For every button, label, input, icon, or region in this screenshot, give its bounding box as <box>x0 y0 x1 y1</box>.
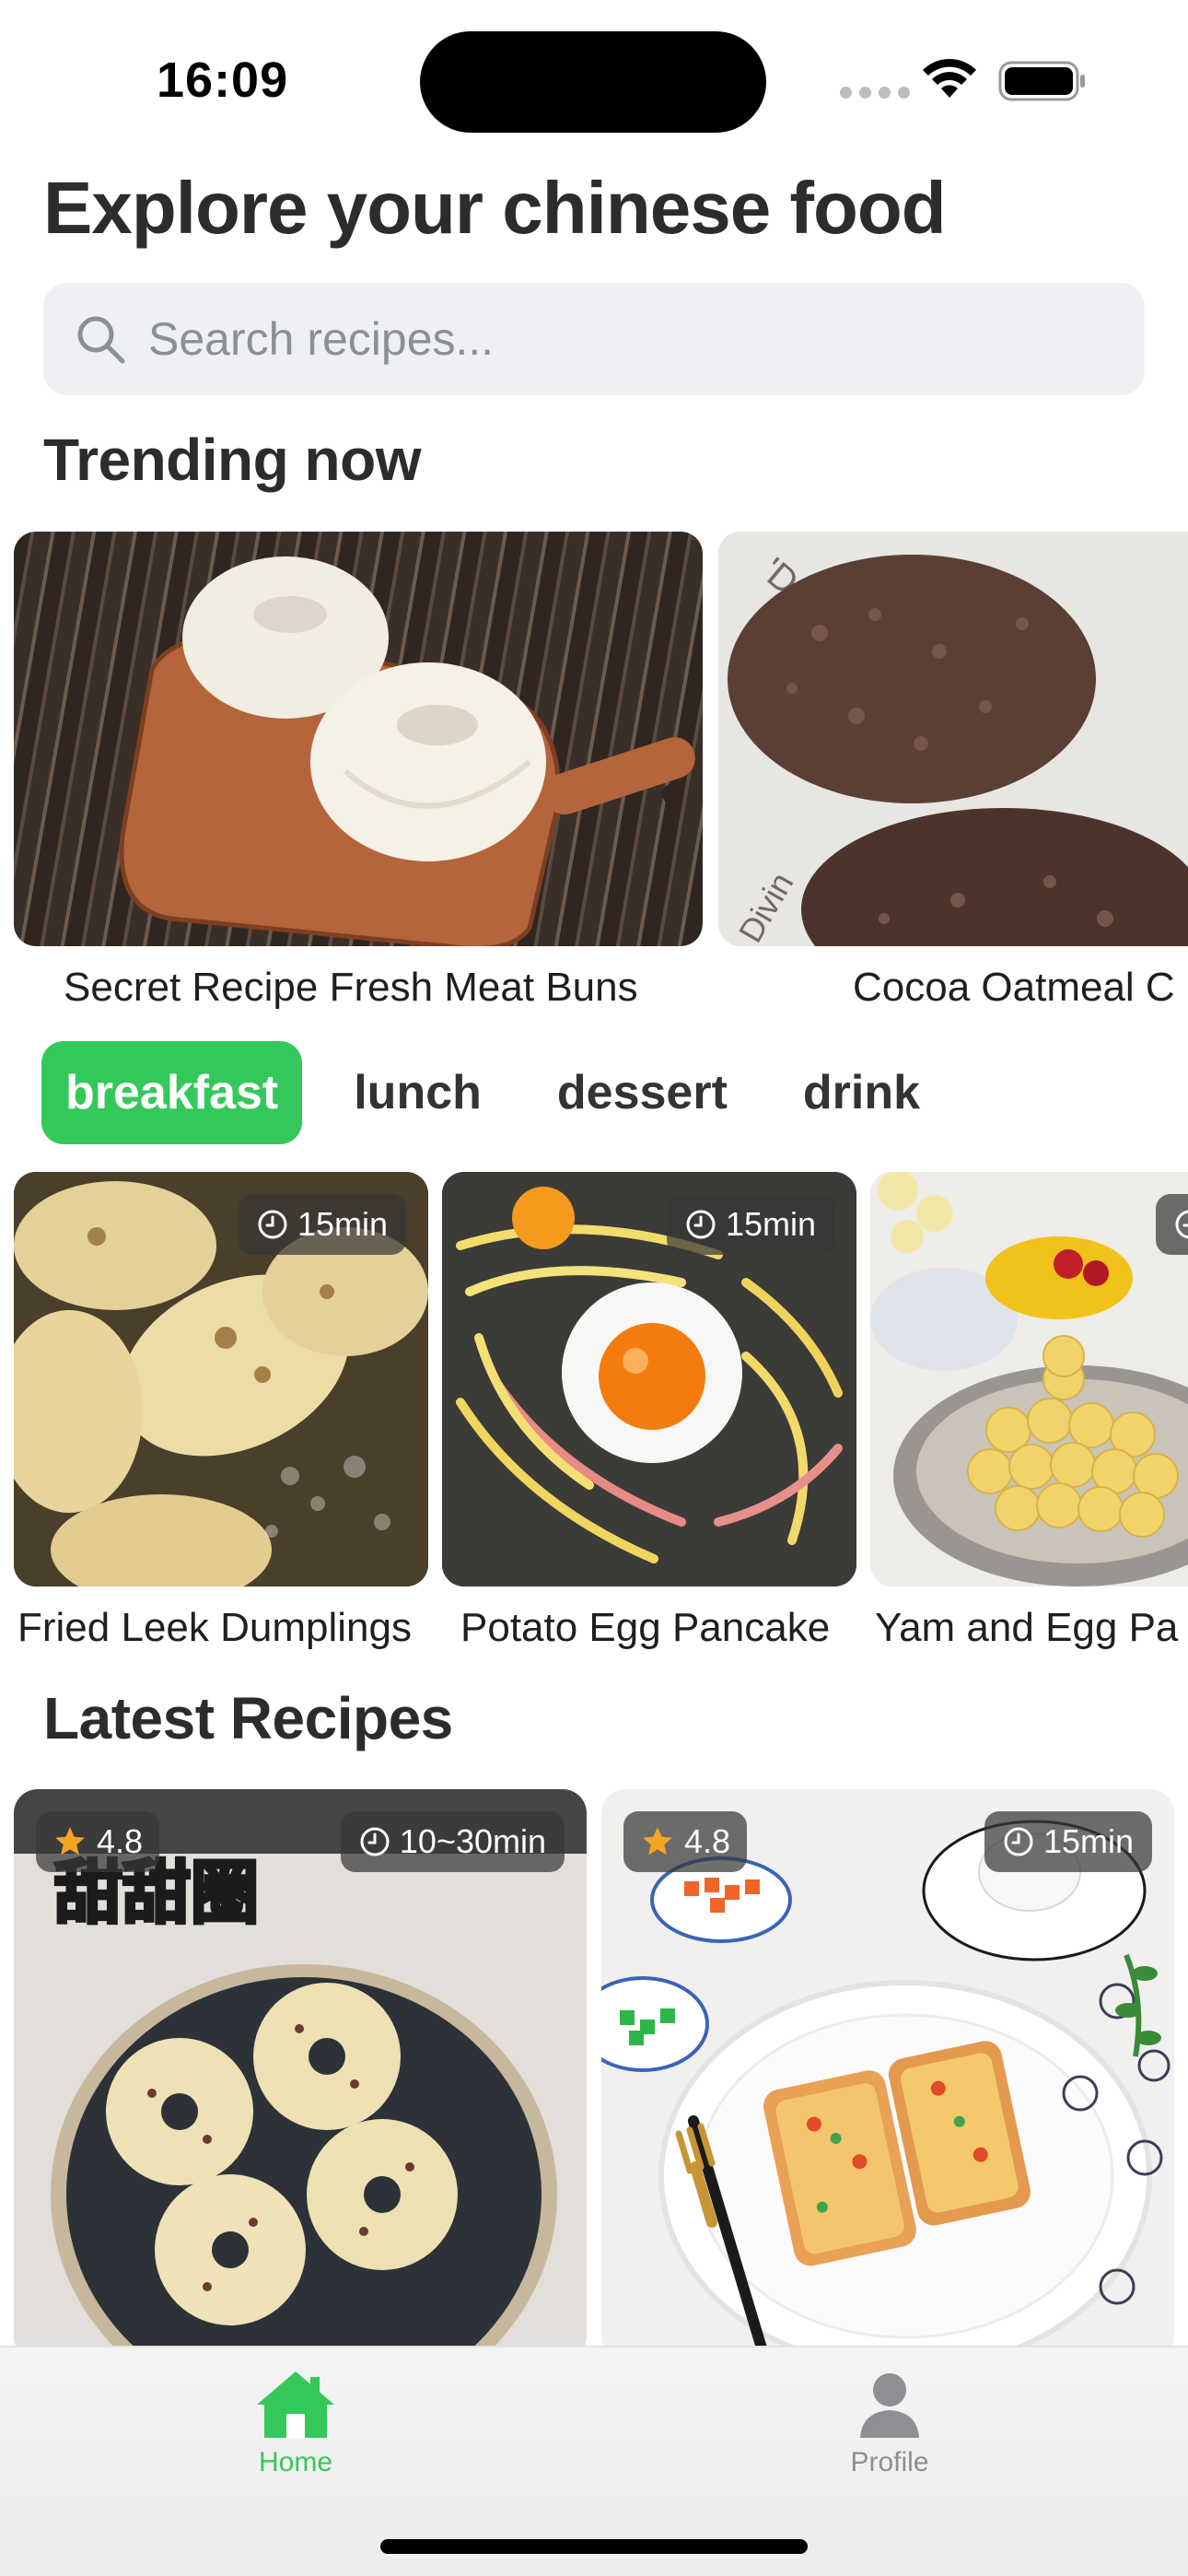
trending-image-meat-buns <box>14 532 703 946</box>
cook-time-badge: 15min <box>984 1811 1152 1872</box>
cellular-signal-icon <box>840 87 910 99</box>
page-title: Explore your chinese food <box>43 167 947 249</box>
home-icon <box>257 2371 334 2438</box>
tab-profile-label: Profile <box>850 2447 929 2477</box>
cook-time: 15min <box>297 1205 388 1243</box>
wifi-icon <box>923 58 976 98</box>
clock-icon <box>258 1210 287 1239</box>
category-drink[interactable]: drink <box>779 1041 944 1144</box>
search-icon <box>77 316 125 364</box>
latest-recipe-card[interactable]: 甜甜圈 4.8 10~30min <box>14 1789 587 2351</box>
tab-home[interactable]: Home <box>194 2368 397 2478</box>
clock-icon <box>1175 1210 1188 1239</box>
trending-card[interactable]: Secret Recipe Fresh Meat Buns <box>14 532 703 1010</box>
category-breakfast[interactable]: breakfast <box>41 1041 303 1144</box>
tab-home-label: Home <box>258 2447 333 2477</box>
profile-icon <box>860 2373 919 2438</box>
star-icon <box>643 1827 672 1856</box>
dynamic-island <box>420 31 766 133</box>
cook-time: 15min <box>1042 1822 1134 1860</box>
battery-icon <box>998 61 1085 101</box>
category-recipe-carousel[interactable]: 15min Fried Leek Dumplings 15min Potato … <box>0 1172 1188 1669</box>
latest-image-donuts: 甜甜圈 <box>14 1789 587 2351</box>
cook-time-badge: 15min <box>666 1194 834 1255</box>
trending-carousel[interactable]: Secret Recipe Fresh Meat Buns 'D Divin C… <box>0 532 1188 1029</box>
category-dessert[interactable]: dessert <box>533 1041 751 1144</box>
cook-time-badge: 15min <box>238 1194 406 1255</box>
latest-recipes-grid: 甜甜圈 4.8 10~30min 4.8 15min <box>0 1789 1188 2351</box>
trending-title: Trending now <box>43 427 421 493</box>
rating-badge: 4.8 <box>36 1811 160 1872</box>
clock-icon <box>360 1827 390 1856</box>
recipe-card[interactable]: 15min Fried Leek Dumplings <box>14 1172 428 1650</box>
recipe-card-title: Potato Egg Pancake <box>460 1605 831 1650</box>
recipe-card-title: Fried Leek Dumplings <box>17 1605 412 1650</box>
recipe-image-yam-and-egg: 1( <box>870 1172 1188 1587</box>
trending-card[interactable]: 'D Divin Cocoa Oatmeal C <box>718 532 1188 1010</box>
clock-icon <box>686 1210 716 1239</box>
cook-time-badge: 1( <box>1155 1194 1188 1255</box>
cook-time: 10~30min <box>399 1822 546 1860</box>
latest-recipe-card[interactable]: 4.8 15min <box>601 1789 1174 2351</box>
cook-time-badge: 10~30min <box>340 1811 565 1872</box>
category-tabs: breakfast lunch dessert drink <box>41 1041 972 1144</box>
rating-value: 4.8 <box>684 1822 731 1860</box>
recipe-card-title: Yam and Egg Pa <box>875 1605 1179 1650</box>
home-indicator[interactable] <box>380 2539 808 2554</box>
search-bar[interactable] <box>43 283 1145 395</box>
status-time: 16:09 <box>157 53 289 108</box>
cook-time: 15min <box>725 1205 816 1243</box>
search-input[interactable] <box>148 312 1069 366</box>
tab-profile[interactable]: Profile <box>788 2368 991 2478</box>
trending-card-title: Secret Recipe Fresh Meat Buns <box>64 965 638 1010</box>
recipe-image-fried-leek-dumplings: 15min <box>14 1172 428 1587</box>
recipe-card[interactable]: 1( Yam and Egg Pa <box>870 1172 1188 1650</box>
recipe-image-potato-egg-pancake: 15min <box>442 1172 856 1587</box>
star-icon <box>55 1827 85 1856</box>
recipe-card[interactable]: 15min Potato Egg Pancake <box>442 1172 856 1650</box>
trending-image-cocoa-oatmeal: 'D Divin <box>718 532 1188 946</box>
clock-icon <box>1004 1827 1033 1856</box>
status-bar: 16:09 <box>0 0 1188 157</box>
trending-card-title: Cocoa Oatmeal C <box>853 965 1175 1010</box>
rating-value: 4.8 <box>97 1822 144 1860</box>
latest-image-egg-toast <box>601 1789 1174 2351</box>
latest-title: Latest Recipes <box>43 1685 453 1751</box>
rating-badge: 4.8 <box>623 1811 748 1872</box>
category-lunch[interactable]: lunch <box>330 1041 506 1144</box>
